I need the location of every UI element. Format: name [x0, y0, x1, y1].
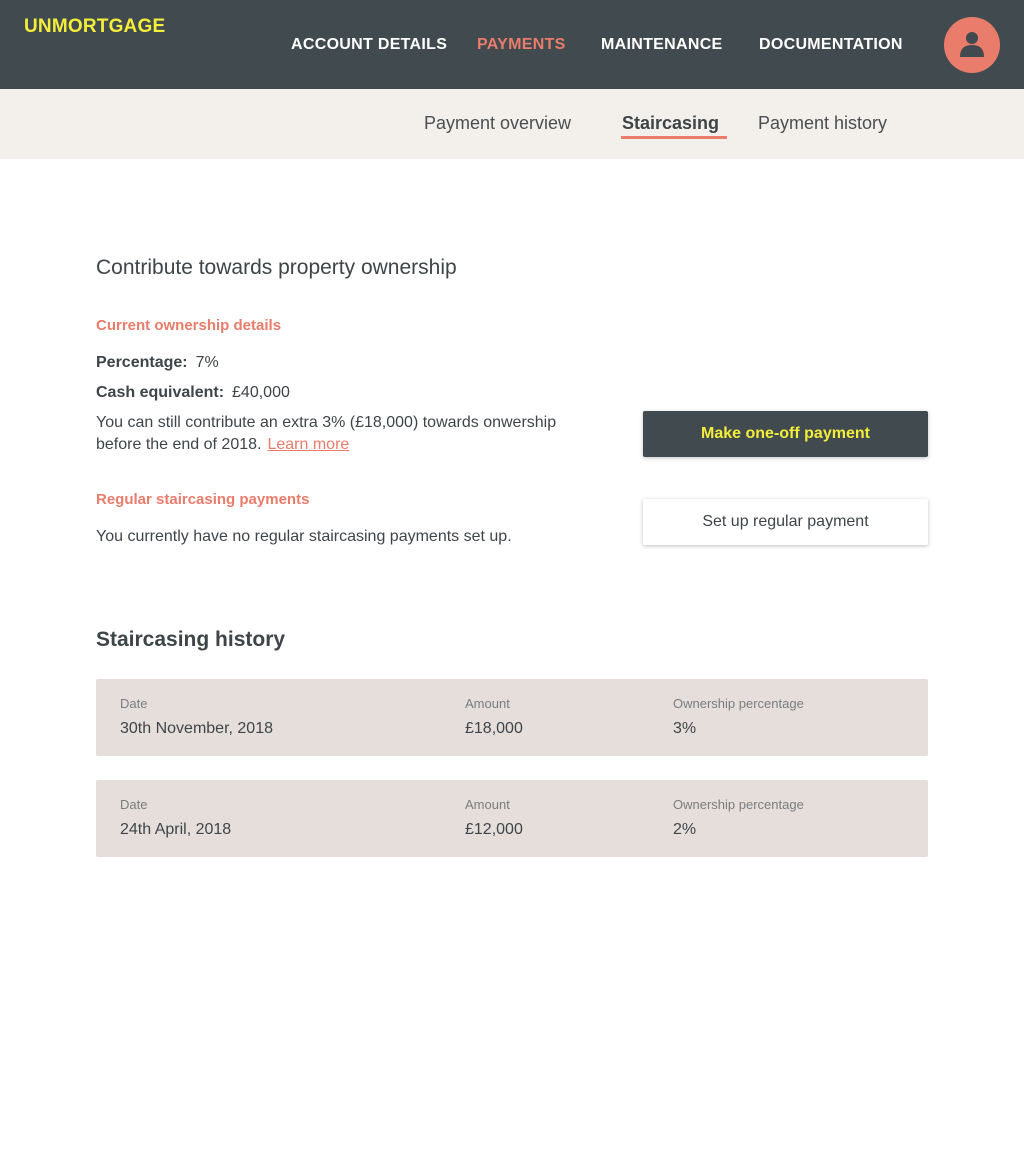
cash-row: Cash equivalent: £40,000	[96, 384, 290, 402]
cash-value: £40,000	[232, 384, 290, 401]
percentage-label: Percentage:	[96, 354, 188, 371]
percentage-row: Percentage: 7%	[96, 354, 219, 372]
user-icon	[960, 32, 984, 57]
ownership-heading: Current ownership details	[96, 317, 282, 334]
contribute-text: You can still contribute an extra 3% (£1…	[96, 412, 566, 456]
main-nav: ACCOUNT DETAILS PAYMENTS MAINTENANCE DOC…	[0, 36, 1024, 56]
ownership-percentage-header: Ownership percentage	[673, 696, 804, 711]
percentage-value: 2%	[673, 821, 697, 838]
regular-text: You currently have no regular staircasin…	[96, 528, 512, 545]
date-header: Date	[120, 696, 148, 711]
percentage-value: 7%	[195, 354, 219, 371]
amount-header: Amount	[465, 696, 510, 711]
cash-label: Cash equivalent:	[96, 384, 225, 401]
tab-staircasing[interactable]: Staircasing	[622, 113, 719, 134]
active-tab-underline	[621, 136, 727, 139]
date-header: Date	[120, 797, 148, 812]
history-title: Staircasing history	[96, 628, 286, 651]
tab-payment-history[interactable]: Payment history	[758, 113, 887, 134]
date-value: 30th November, 2018	[120, 720, 273, 737]
nav-account-details[interactable]: ACCOUNT DETAILS	[291, 36, 447, 54]
nav-payments[interactable]: PAYMENTS	[477, 36, 566, 54]
ownership-percentage-header: Ownership percentage	[673, 797, 804, 812]
amount-header: Amount	[465, 797, 510, 812]
logo[interactable]: UNMORTGAGE	[24, 16, 165, 38]
amount-value: £18,000	[465, 720, 523, 737]
nav-documentation[interactable]: DOCUMENTATION	[759, 36, 903, 54]
avatar-button[interactable]	[944, 17, 1000, 73]
history-row: Date Amount Ownership percentage 30th No…	[96, 679, 928, 756]
learn-more-link[interactable]: Learn more	[267, 436, 349, 453]
page-title: Contribute towards property ownership	[96, 256, 457, 279]
amount-value: £12,000	[465, 821, 523, 838]
tab-payment-overview[interactable]: Payment overview	[424, 113, 571, 134]
regular-heading: Regular staircasing payments	[96, 491, 310, 508]
history-row: Date Amount Ownership percentage 24th Ap…	[96, 780, 928, 857]
top-bar: UNMORTGAGE ACCOUNT DETAILS PAYMENTS MAIN…	[0, 0, 1024, 89]
nav-maintenance[interactable]: MAINTENANCE	[601, 36, 723, 54]
sub-nav-bar: Payment overview Staircasing Payment his…	[0, 89, 1024, 159]
percentage-value: 3%	[673, 720, 697, 737]
make-one-off-payment-button[interactable]: Make one-off payment	[643, 411, 928, 457]
set-up-regular-payment-button[interactable]: Set up regular payment	[643, 499, 928, 545]
date-value: 24th April, 2018	[120, 821, 232, 838]
